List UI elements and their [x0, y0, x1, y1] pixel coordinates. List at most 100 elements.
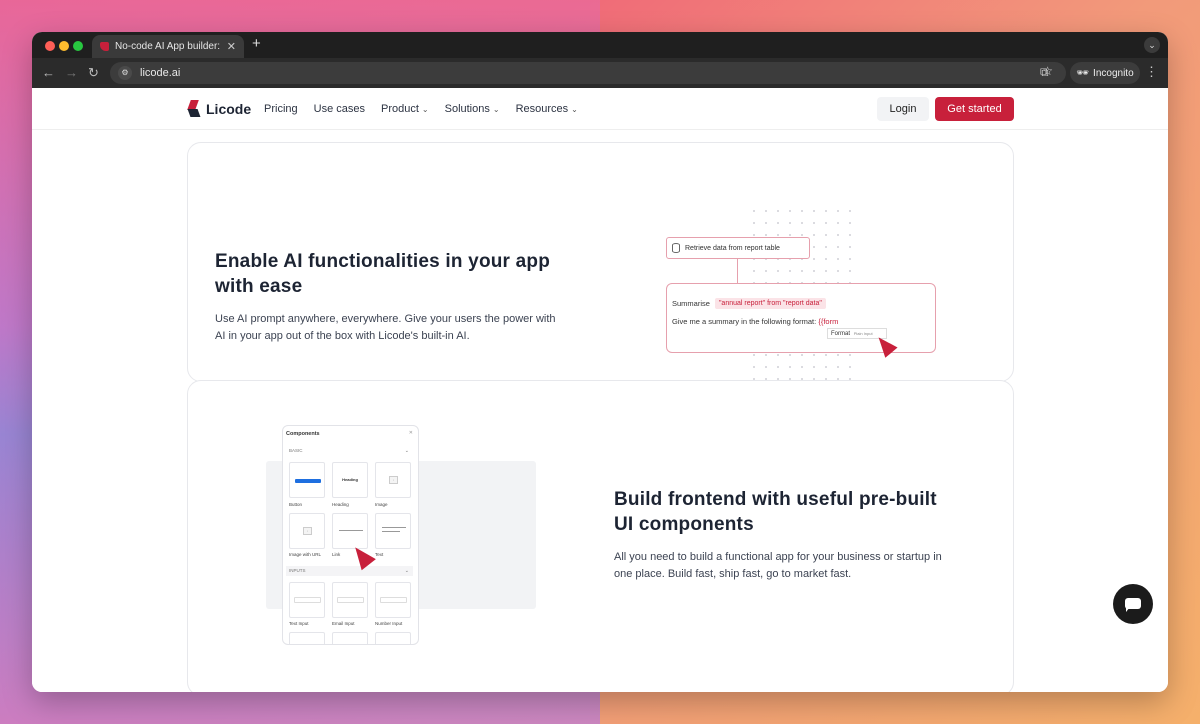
extensions-icon[interactable]: ⧉: [1040, 65, 1049, 80]
input-preview: [337, 597, 364, 603]
summary-prompt-text: Give me a summary in the following forma…: [672, 317, 817, 326]
nav-use-cases[interactable]: Use cases: [314, 103, 365, 115]
ai-desc-line-1: Use AI prompt anywhere, everywhere. Give…: [215, 313, 556, 325]
format-label: Format: [831, 331, 851, 337]
close-window-button[interactable]: [45, 41, 55, 51]
ui-desc-line-2: one place. Build fast, ship fast, go to …: [614, 568, 852, 580]
licode-logo-icon: [187, 100, 201, 118]
flow-connector: [737, 259, 738, 285]
tile-label: Button: [289, 502, 303, 507]
forward-icon[interactable]: →: [65, 65, 78, 80]
summarise-row: Summarise "annual report" from "report d…: [672, 298, 826, 309]
chevron-down-icon: ⌄: [404, 448, 409, 454]
ui-components-title: Build frontend with useful pre-built UI …: [614, 487, 937, 537]
format-hint: Plain Input: [853, 331, 873, 336]
tile-label: Email Input: [332, 621, 355, 626]
component-tile: [332, 632, 368, 644]
browser-tab[interactable]: No-code AI App builder: Build ✕: [92, 35, 244, 58]
text-preview: [382, 527, 406, 528]
summary-prompt: Give me a summary in the following forma…: [672, 317, 838, 326]
tile-label: Image with URL: [289, 552, 322, 557]
nav-solutions[interactable]: Solutions ⌄: [445, 103, 500, 115]
incognito-icon: 🕶: [1076, 67, 1090, 79]
licode-favicon-icon: [100, 42, 109, 51]
component-tile-image-url: ▫: [289, 513, 325, 549]
ui-title-line-2: UI components: [614, 514, 754, 535]
incognito-label: Incognito: [1093, 67, 1134, 79]
inputs-section-header: INPUTS ⌄: [286, 566, 413, 576]
input-preview: [380, 597, 407, 603]
nav-resources[interactable]: Resources ⌄: [516, 103, 578, 115]
tile-label: Text Input: [289, 621, 309, 626]
ai-title-line-1: Enable AI functionalities in your app: [215, 251, 551, 272]
site-header: Licode Pricing Use cases Product ⌄ Soluti…: [32, 88, 1168, 130]
component-tile-heading: Heading: [332, 462, 368, 498]
site-settings-icon[interactable]: ⚙: [118, 66, 132, 80]
licode-logo[interactable]: Licode: [187, 100, 251, 118]
ui-components-description: All you need to build a functional app f…: [614, 549, 942, 583]
ui-components-card: Components ✕ BASIC ⌄ Heading ▫ Button He…: [187, 380, 1014, 692]
address-bar-row: ← → ↻ ⚙ licode.ai ☆ ⧉ 🕶 Incognito ⋮: [32, 58, 1168, 88]
ai-feature-card: Enable AI functionalities in your app wi…: [187, 142, 1014, 382]
get-started-button[interactable]: Get started: [935, 97, 1014, 121]
nav-resources-label: Resources: [515, 103, 569, 115]
omnibox[interactable]: ⚙ licode.ai ☆: [110, 62, 1066, 84]
ui-desc-line-1: All you need to build a functional app f…: [614, 551, 942, 563]
back-icon[interactable]: ←: [42, 65, 55, 80]
link-preview: [339, 530, 363, 531]
ai-feature-title: Enable AI functionalities in your app wi…: [215, 249, 550, 299]
chevron-down-icon: ⌄: [571, 105, 578, 114]
tile-label: Number Input: [375, 621, 403, 626]
login-button[interactable]: Login: [877, 97, 929, 121]
maximize-window-button[interactable]: [73, 41, 83, 51]
component-tile-text: [375, 513, 411, 549]
database-icon: [672, 243, 680, 253]
new-tab-icon[interactable]: +: [252, 35, 261, 52]
component-tile-number-input: [375, 582, 411, 618]
image-icon: ▫: [303, 527, 312, 535]
components-panel-title: Components: [286, 431, 320, 437]
main-nav: Pricing Use cases Product ⌄ Solutions ⌄ Re…: [264, 103, 578, 115]
component-tile-text-input: [289, 582, 325, 618]
chevron-down-icon: ⌄: [421, 105, 429, 114]
flow-step-summarise: Summarise "annual report" from "report d…: [666, 283, 936, 353]
inputs-label: INPUTS: [289, 568, 306, 573]
component-tile-button: [289, 462, 325, 498]
nav-product[interactable]: Product ⌄: [381, 103, 429, 115]
button-preview: [295, 479, 321, 483]
image-icon: ▫: [389, 476, 398, 484]
tile-label: Link: [332, 552, 341, 557]
component-tile-email-input: [332, 582, 368, 618]
chevron-down-icon: ⌄: [492, 105, 500, 114]
summarise-pill: "annual report" from "report data": [714, 298, 826, 309]
flow-step-retrieve: Retrieve data from report table: [666, 237, 810, 259]
flow-step-retrieve-label: Retrieve data from report table: [685, 244, 780, 252]
url-text: licode.ai: [140, 67, 181, 79]
browser-window: No-code AI App builder: Build ✕ + ⌄ ← → …: [32, 32, 1168, 692]
chevron-down-icon: ⌄: [404, 568, 409, 574]
tab-bar: No-code AI App builder: Build ✕ + ⌄: [32, 32, 1168, 58]
component-tile-image: ▫: [375, 462, 411, 498]
reload-icon[interactable]: ↻: [88, 65, 99, 81]
close-tab-icon[interactable]: ✕: [227, 40, 236, 53]
summarise-label: Summarise: [672, 299, 710, 308]
nav-product-label: Product: [380, 103, 419, 115]
text-preview: [382, 531, 400, 532]
logo-text: Licode: [206, 101, 252, 117]
ai-title-line-2: with ease: [215, 276, 303, 297]
close-icon: ✕: [408, 430, 413, 436]
tab-search-icon[interactable]: ⌄: [1144, 37, 1160, 53]
nav-solutions-label: Solutions: [444, 103, 490, 115]
web-page: Licode Pricing Use cases Product ⌄ Soluti…: [32, 88, 1168, 692]
minimize-window-button[interactable]: [59, 41, 69, 51]
heading-preview: Heading: [342, 477, 358, 482]
basic-label: BASIC: [289, 448, 303, 453]
ai-feature-description: Use AI prompt anywhere, everywhere. Give…: [215, 311, 556, 345]
incognito-badge[interactable]: 🕶 Incognito: [1070, 62, 1140, 84]
browser-menu-icon[interactable]: ⋮: [1145, 64, 1158, 80]
basic-section-header: BASIC ⌄: [286, 446, 413, 456]
component-tile: [289, 632, 325, 644]
tile-label: Image: [375, 502, 388, 507]
nav-pricing[interactable]: Pricing: [264, 103, 298, 115]
chat-widget-button[interactable]: [1113, 584, 1153, 624]
